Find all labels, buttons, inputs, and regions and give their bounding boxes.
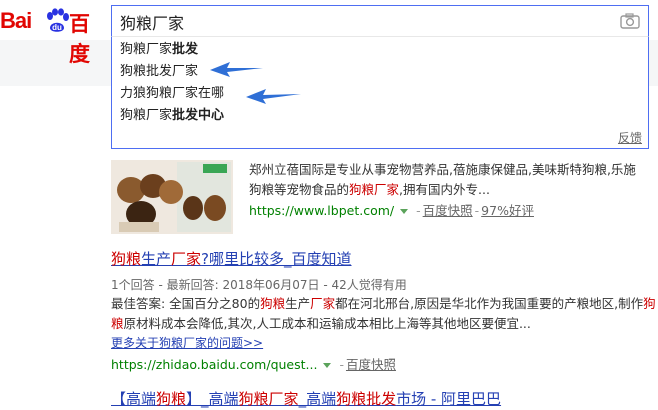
search-result-zhidao: 狗粮生产厂家?哪里比较多_百度知道 1个回答 - 最新回答: 2018年06月0…: [111, 248, 656, 372]
logo-chinese: 百度: [69, 12, 90, 66]
annotation-arrow-icon: [246, 89, 301, 104]
logo-latin: Bai: [0, 8, 32, 33]
paw-icon: du: [47, 8, 69, 32]
camera-icon[interactable]: [620, 13, 640, 29]
annotation-arrow-icon: [210, 62, 263, 77]
rating-link[interactable]: 97%好评: [481, 203, 534, 218]
dropdown-triangle-icon[interactable]: [323, 363, 332, 368]
result-meta: 1个回答 - 最新回答: 2018年06月07日 - 42人觉得有用: [111, 278, 407, 292]
suggestion-item[interactable]: 狗粮厂家批发: [120, 38, 198, 60]
result-url[interactable]: https://www.lbpet.com/: [249, 203, 394, 218]
feedback-link[interactable]: 反馈: [618, 129, 642, 146]
result-url-line: https://www.lbpet.com/- 百度快照 -97%好评: [249, 203, 534, 218]
dropdown-triangle-icon[interactable]: [400, 209, 409, 214]
best-answer: 最佳答案: 全国百分之80的狗粮生产厂家都在河北邢台,原因是华北作为我国重要的产…: [111, 296, 656, 331]
suggestion-dropdown: 狗粮厂家批发 狗粮批发厂家 力狼狗粮厂家在哪 狗粮厂家批发中心 反馈: [111, 36, 649, 149]
suggestion-item[interactable]: 狗粮厂家批发中心: [120, 104, 224, 126]
search-box: [111, 5, 649, 38]
suggestion-item[interactable]: 力狼狗粮厂家在哪: [120, 82, 224, 104]
result-abstract: 郑州立蓓国际是专业从事宠物营养品,蓓施康保健品,美味斯特狗粮,乐施狗粮等宠物食品…: [249, 162, 636, 197]
svg-text:du: du: [52, 23, 62, 32]
more-questions-link[interactable]: 更多关于狗粮厂家的问题>>: [111, 334, 263, 351]
result-title[interactable]: 【高端狗粮】_高端狗粮厂家_高端狗粮批发市场 - 阿里巴巴: [111, 388, 501, 409]
result-url[interactable]: https://zhidao.baidu.com/quest...: [111, 357, 317, 372]
suggestion-item[interactable]: 狗粮批发厂家: [120, 60, 198, 82]
search-input[interactable]: [112, 6, 612, 38]
baidu-logo[interactable]: Bai du 百度: [0, 6, 102, 66]
result-url-line: https://zhidao.baidu.com/quest... - 百度快照: [111, 357, 396, 372]
snapshot-link[interactable]: 百度快照: [423, 203, 473, 218]
result-title[interactable]: 狗粮生产厂家?哪里比较多_百度知道: [111, 248, 656, 269]
result-thumbnail[interactable]: [111, 160, 233, 234]
snapshot-link[interactable]: 百度快照: [346, 357, 396, 372]
